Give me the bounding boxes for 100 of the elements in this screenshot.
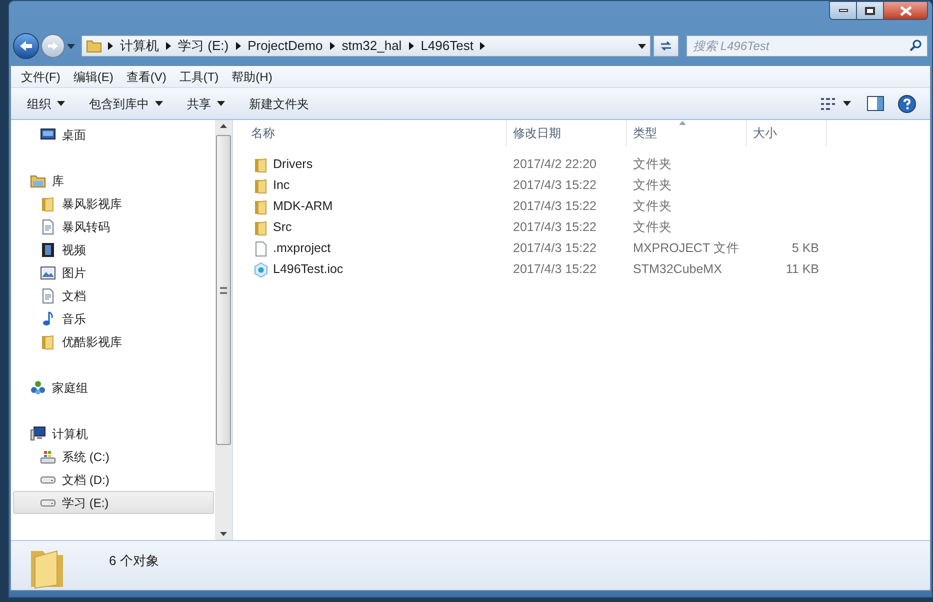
forward-arrow-icon (47, 41, 59, 51)
folder-icon (86, 39, 102, 53)
date-cell: 2017/4/3 15:22 (513, 199, 596, 214)
nav-item[interactable]: 暴风转码 (13, 215, 214, 238)
music-note-icon (40, 310, 56, 326)
breadcrumb-item[interactable]: stm32_hal (342, 36, 402, 56)
scroll-down-icon[interactable] (220, 532, 227, 536)
toolbar-button[interactable]: 共享 (179, 92, 233, 116)
nav-item[interactable]: 文档 (D:) (13, 468, 214, 491)
computer-icon (30, 426, 46, 442)
nav-item[interactable]: 家庭组 (13, 376, 214, 399)
file-name[interactable]: Src (273, 218, 292, 237)
date-cell: 2017/4/3 15:22 (513, 241, 596, 256)
breadcrumb-arrow-icon[interactable] (108, 42, 113, 50)
nav-item[interactable]: 视频 (13, 238, 214, 261)
size-cell: 11 KB (786, 262, 819, 276)
column-header[interactable]: 类型 (627, 120, 747, 146)
nav-item[interactable]: 计算机 (13, 422, 214, 445)
document-icon (40, 288, 56, 304)
grip-icon (220, 286, 227, 294)
file-name[interactable]: L496Test.ioc (273, 260, 344, 279)
back-button[interactable] (13, 33, 39, 59)
menu-item[interactable]: 帮助(H) (226, 68, 278, 86)
search-field[interactable]: 搜索 L496Test (686, 35, 928, 57)
address-bar[interactable]: 计算机 学习 (E:) ProjectDemo stm32_hal L496Test (81, 35, 651, 57)
type-cell: STM32CubeMX (633, 262, 722, 276)
network-icon (30, 380, 46, 396)
scrollbar[interactable] (215, 120, 232, 540)
column-header[interactable]: 大小 (747, 120, 827, 146)
forward-button[interactable] (41, 34, 65, 58)
folder-icon (253, 178, 269, 194)
caret-icon (843, 101, 851, 106)
folder-icon (253, 220, 269, 236)
view-options-button[interactable] (819, 96, 853, 112)
date-cell: 2017/4/3 15:22 (513, 178, 596, 192)
breadcrumb-item[interactable]: 学习 (E:) (178, 36, 229, 56)
column-header[interactable]: 名称 (245, 120, 507, 146)
refresh-button[interactable] (653, 35, 679, 57)
film-icon (40, 242, 56, 258)
breadcrumb-arrow-icon[interactable] (408, 42, 414, 50)
back-arrow-icon (19, 40, 33, 52)
details-view-icon (821, 98, 837, 110)
type-cell: 文件夹 (633, 220, 672, 234)
nav-item[interactable]: 图片 (13, 261, 214, 284)
nav-item[interactable]: 库 (13, 169, 214, 192)
breadcrumb-item[interactable]: L496Test (420, 36, 474, 56)
toolbar-button[interactable]: 新建文件夹 (241, 92, 317, 116)
nav-item[interactable]: 音乐 (13, 307, 214, 330)
nav-item[interactable]: 优酷影视库 (13, 330, 214, 353)
drive-icon (40, 476, 56, 484)
breadcrumb-arrow-icon[interactable] (330, 42, 335, 50)
breadcrumb-arrow-icon[interactable] (236, 42, 241, 50)
nav-item[interactable]: 系统 (C:) (13, 445, 214, 468)
toolbar-button[interactable]: 组织 (19, 92, 73, 116)
type-cell: 文件夹 (633, 199, 672, 214)
item-count: 6 个对象 (109, 552, 159, 570)
nav-item[interactable]: 暴风影视库 (13, 192, 214, 215)
history-caret-icon[interactable] (67, 44, 75, 48)
file-name[interactable]: .mxproject (273, 239, 331, 258)
type-cell: MXPROJECT 文件 (633, 241, 740, 256)
help-icon[interactable] (898, 94, 916, 112)
column-header[interactable]: 修改日期 (507, 120, 627, 146)
breadcrumb-item[interactable]: ProjectDemo (248, 36, 323, 56)
search-icon (909, 39, 922, 52)
folder-icon (40, 334, 56, 350)
document-icon (40, 218, 56, 234)
breadcrumb-item[interactable]: 计算机 (120, 36, 159, 56)
menu-item[interactable]: 文件(F) (15, 68, 66, 86)
type-cell: 文件夹 (633, 157, 672, 172)
menu-item[interactable]: 查看(V) (120, 68, 172, 86)
folder-icon (253, 156, 269, 172)
scroll-up-icon[interactable] (220, 124, 227, 128)
dropdown-caret-icon[interactable] (638, 44, 646, 48)
file-name[interactable]: Drivers (273, 155, 313, 174)
picture-frame-icon (40, 264, 56, 280)
folder-icon (40, 196, 56, 212)
maximize-button[interactable] (857, 1, 883, 20)
breadcrumb-arrow-icon[interactable] (166, 42, 171, 50)
toolbar-button[interactable]: 包含到库中 (81, 92, 171, 116)
file-name[interactable]: MDK-ARM (273, 197, 333, 216)
type-cell: 文件夹 (633, 178, 672, 192)
drive-icon (40, 448, 56, 464)
refresh-icon (659, 40, 673, 52)
menu-item[interactable]: 工具(T) (173, 68, 225, 86)
minimize-button[interactable] (829, 1, 857, 20)
close-button[interactable] (883, 1, 928, 20)
scroll-thumb[interactable] (216, 135, 231, 445)
file-name[interactable]: Inc (273, 176, 290, 195)
date-cell: 2017/4/2 22:20 (513, 157, 596, 172)
menu-item[interactable]: 编辑(E) (67, 68, 120, 86)
nav-item[interactable]: 文档 (13, 284, 214, 307)
close-icon (900, 6, 912, 16)
preview-pane-icon[interactable] (867, 96, 884, 111)
nav-item[interactable]: 学习 (E:) (13, 491, 214, 514)
desktop-icon (40, 126, 56, 142)
library-icon (30, 172, 46, 188)
nav-item[interactable]: 桌面 (13, 123, 214, 146)
cube-file-icon (253, 262, 269, 278)
breadcrumb-arrow-icon[interactable] (480, 42, 486, 50)
drive-icon (40, 498, 56, 506)
